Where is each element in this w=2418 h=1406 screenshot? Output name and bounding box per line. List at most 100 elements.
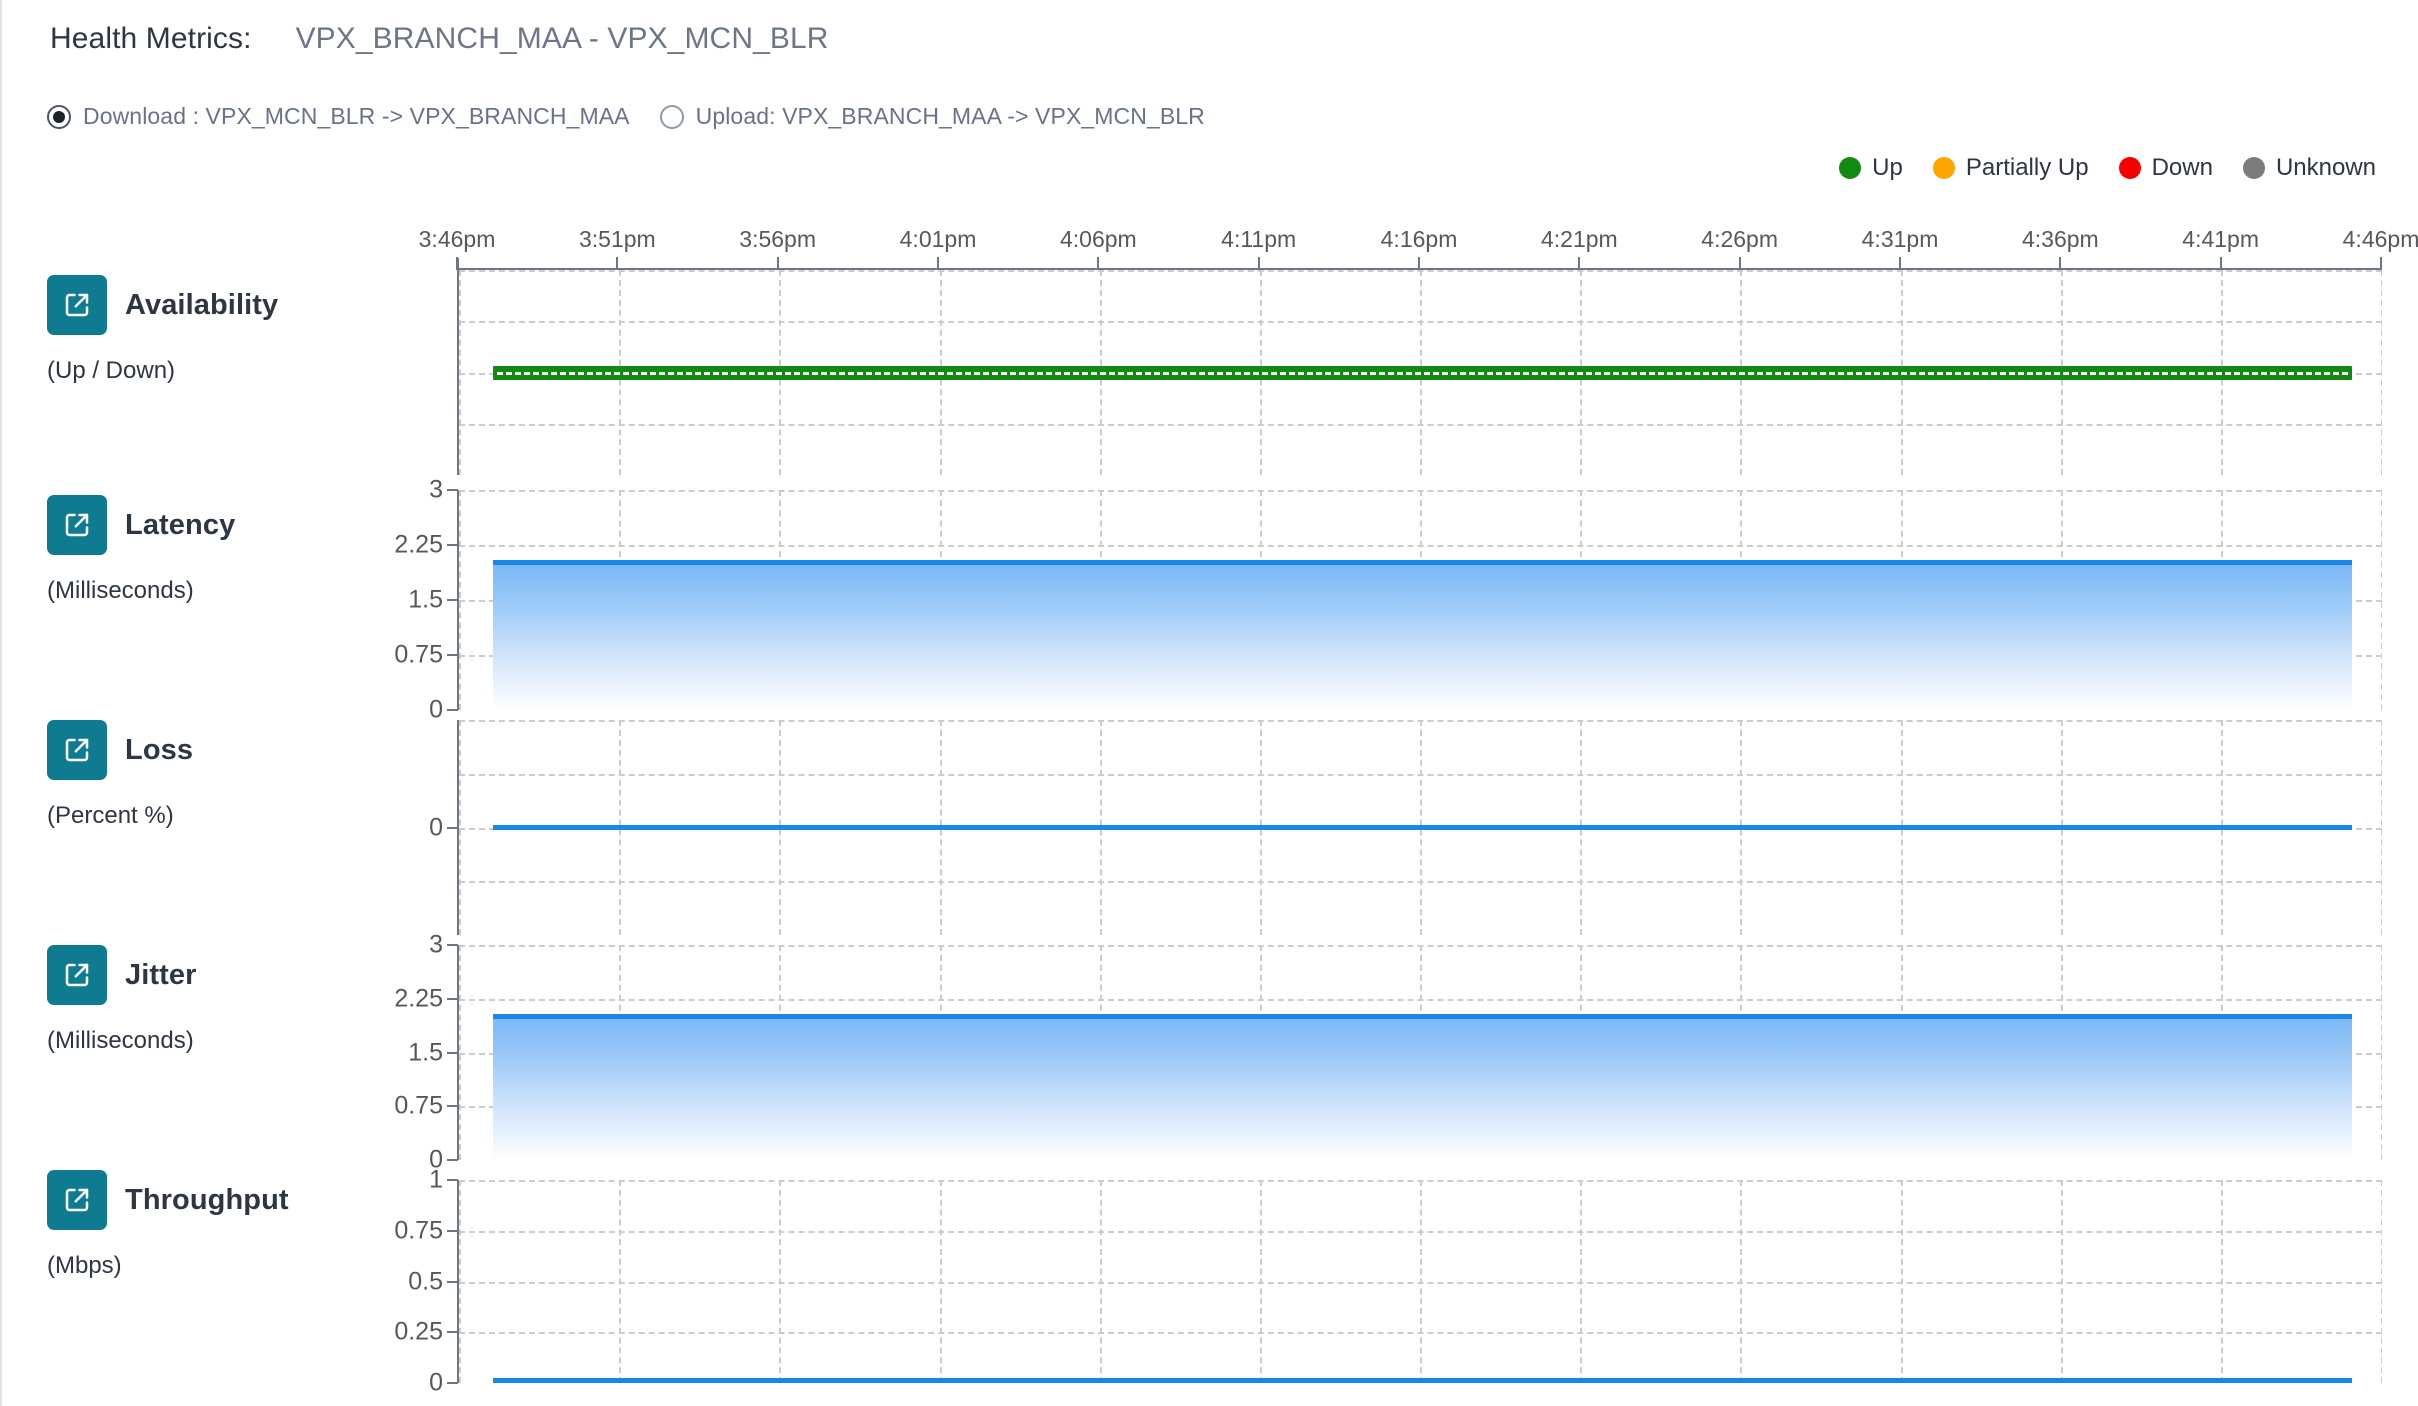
time-tick-mark bbox=[1418, 257, 1420, 270]
time-tick-mark bbox=[616, 257, 619, 270]
page-header: Health Metrics: VPX_BRANCH_MAA - VPX_MCN… bbox=[2, 0, 2418, 78]
grid-line-vertical bbox=[1740, 1180, 1742, 1383]
time-tick-mark bbox=[1097, 257, 1100, 270]
y-axis-tick-label: 0 bbox=[429, 813, 443, 841]
grid-line-vertical bbox=[779, 1180, 781, 1383]
page-title: Health Metrics: bbox=[50, 22, 252, 55]
radio-mark-download[interactable] bbox=[47, 104, 71, 129]
grid-line-vertical bbox=[459, 945, 461, 1160]
grid-line-vertical bbox=[1580, 1180, 1582, 1383]
time-tick: 4:06pm bbox=[1060, 226, 1137, 270]
time-tick-mark bbox=[937, 257, 939, 270]
radio-mark-upload[interactable] bbox=[659, 104, 684, 129]
y-axis-tick-label: 3 bbox=[429, 475, 443, 504]
grid-line-vertical bbox=[459, 490, 461, 710]
health-metrics-page: Health Metrics: VPX_BRANCH_MAA - VPX_MCN… bbox=[0, 0, 2418, 1406]
chart-jitter[interactable]: 0 0.75 1.5 2.25 3 bbox=[394, 931, 2382, 1174]
time-tick-mark bbox=[776, 257, 779, 270]
radio-option-download[interactable]: Download : VPX_MCN_BLR -> VPX_BRANCH_MAA bbox=[47, 103, 630, 130]
plot-grid bbox=[459, 720, 2382, 935]
y-axis-tick-mark bbox=[447, 489, 458, 491]
time-tick-label: 4:36pm bbox=[2021, 226, 2099, 252]
y-axis-tick-label: 3 bbox=[429, 930, 443, 959]
y-axis-tick-label: 0.75 bbox=[394, 1091, 443, 1120]
y-axis-tick-mark bbox=[447, 826, 458, 829]
time-tick-label: 3:51pm bbox=[578, 226, 656, 252]
y-axis-labels: 0 bbox=[337, 720, 457, 935]
y-axis-tick-label: 0.25 bbox=[394, 1317, 443, 1346]
availability-status-bar bbox=[493, 365, 2352, 380]
external-link-icon[interactable] bbox=[47, 275, 107, 335]
y-axis-labels: 0 0.75 1.5 2.25 3 bbox=[337, 931, 457, 1174]
link-name-value: VPX_BRANCH_MAA - VPX_MCN_BLR bbox=[295, 22, 829, 55]
y-axis-tick-mark bbox=[447, 944, 458, 946]
plot-grid bbox=[459, 490, 2382, 710]
time-tick-mark bbox=[1257, 257, 1260, 270]
y-axis-tick-label: 0.75 bbox=[394, 640, 443, 669]
y-axis-tick-label: 1 bbox=[429, 1165, 443, 1194]
time-tick: 4:46pm bbox=[2343, 226, 2418, 270]
time-tick: 4:01pm bbox=[900, 226, 976, 270]
grid-line-vertical bbox=[2381, 720, 2382, 935]
area-fill bbox=[493, 1016, 2352, 1160]
chart-latency[interactable]: 0 0.75 1.5 2.25 3 bbox=[394, 476, 2382, 724]
y-axis-tick-mark bbox=[447, 1331, 458, 1334]
radio-option-upload[interactable]: Upload: VPX_BRANCH_MAA -> VPX_MCN_BLR bbox=[659, 103, 1205, 130]
grid-line-vertical bbox=[1260, 1180, 1262, 1383]
grid-line-vertical bbox=[459, 720, 461, 935]
radio-label-upload: Upload: VPX_BRANCH_MAA -> VPX_MCN_BLR bbox=[695, 103, 1205, 129]
metric-title-latency: Latency bbox=[125, 508, 236, 541]
grid-line-vertical bbox=[1420, 1180, 1422, 1383]
chart-loss[interactable]: 0 bbox=[429, 720, 2382, 935]
chart-availability[interactable] bbox=[457, 270, 2382, 475]
series-line bbox=[493, 824, 2352, 830]
grid-line-vertical bbox=[459, 270, 461, 475]
time-tick-label: 4:21pm bbox=[1540, 226, 1618, 252]
y-axis-labels bbox=[337, 270, 457, 475]
time-tick: 3:46pm bbox=[419, 226, 495, 270]
y-axis-tick-label: 1.5 bbox=[408, 585, 443, 614]
metric-title-loss: Loss bbox=[125, 733, 194, 766]
y-axis-tick-mark bbox=[447, 1229, 458, 1232]
grid-line-vertical bbox=[2381, 945, 2382, 1160]
time-tick-label: 3:56pm bbox=[739, 226, 817, 252]
legend-item-up: Up bbox=[1839, 154, 1903, 182]
y-axis-tick-mark bbox=[447, 654, 458, 656]
time-tick-mark bbox=[2219, 257, 2222, 270]
external-link-icon[interactable] bbox=[47, 1170, 107, 1230]
y-axis-tick-mark bbox=[447, 1382, 458, 1384]
time-tick: 3:56pm bbox=[739, 226, 816, 270]
time-tick-mark bbox=[1899, 257, 1901, 270]
legend-dot-down bbox=[2118, 157, 2141, 179]
y-axis-tick-mark bbox=[447, 709, 458, 711]
y-axis-tick-label: 0.75 bbox=[394, 1216, 443, 1245]
external-link-icon[interactable] bbox=[47, 720, 107, 780]
legend-item-partially-up: Partially Up bbox=[1932, 154, 2089, 182]
external-link-icon[interactable] bbox=[47, 495, 107, 555]
series-line bbox=[493, 1377, 2352, 1383]
grid-line-vertical bbox=[2381, 490, 2382, 710]
chart-throughput[interactable]: 0 0.25 0.5 0.75 1 bbox=[394, 1166, 2382, 1397]
time-tick-label: 4:26pm bbox=[1701, 226, 1779, 252]
time-tick: 3:51pm bbox=[579, 226, 656, 270]
time-tick-mark bbox=[1738, 257, 1741, 270]
legend-dot-up bbox=[1839, 157, 1862, 179]
grid-line-vertical bbox=[1100, 1180, 1102, 1383]
y-axis-labels: 0 0.75 1.5 2.25 3 bbox=[337, 476, 457, 724]
metric-title-throughput: Throughput bbox=[125, 1183, 289, 1216]
time-axis: 3:46pm 3:51pm 3:56pm 4:01pm 4:06pm 4:11pm 4:16… bbox=[419, 222, 2418, 270]
metric-title-jitter: Jitter bbox=[125, 958, 197, 991]
time-tick: 4:21pm bbox=[1541, 226, 1618, 270]
time-tick: 4:41pm bbox=[2182, 226, 2259, 270]
time-tick-label: 3:46pm bbox=[418, 226, 496, 252]
time-tick-label: 4:16pm bbox=[1380, 226, 1458, 252]
external-link-icon[interactable] bbox=[47, 945, 107, 1005]
grid-line-vertical bbox=[940, 1180, 942, 1383]
time-tick: 4:26pm bbox=[1701, 226, 1778, 270]
legend-item-down: Down bbox=[2118, 154, 2213, 182]
legend-label-down: Down bbox=[2151, 154, 2213, 181]
y-axis-tick-mark bbox=[447, 1105, 458, 1108]
direction-selector: Download : VPX_MCN_BLR -> VPX_BRANCH_MAA… bbox=[47, 103, 1205, 130]
grid-line-vertical bbox=[2221, 1180, 2223, 1383]
y-axis-labels: 0 0.25 0.5 0.75 1 bbox=[337, 1166, 457, 1397]
